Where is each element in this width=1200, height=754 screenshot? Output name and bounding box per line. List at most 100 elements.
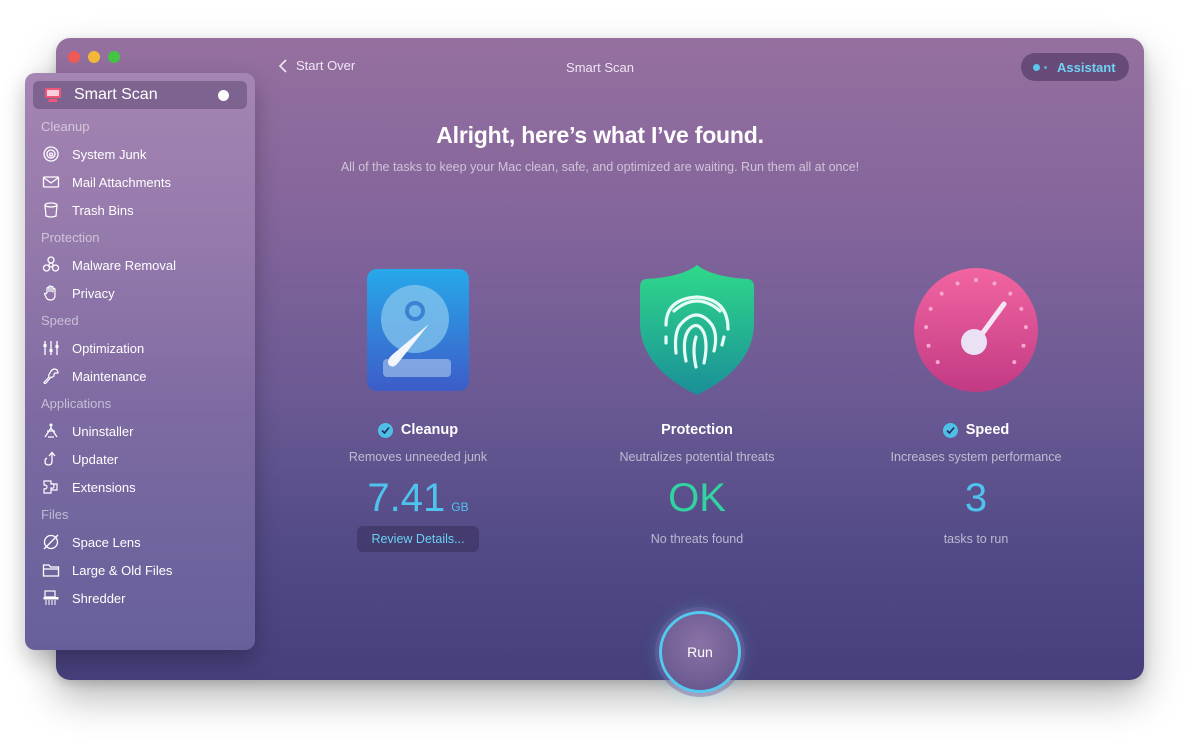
- shredder-icon: [41, 589, 61, 607]
- system-junk-icon: [41, 145, 61, 163]
- sidebar-group-protection: Protection Malware Removal Privacy: [33, 230, 247, 307]
- speedometer-tick: [1019, 306, 1024, 311]
- sidebar-item-uninstaller[interactable]: Uninstaller: [33, 417, 247, 445]
- speedometer-tick: [1021, 343, 1026, 348]
- assistant-small-dot-icon: [1044, 65, 1047, 69]
- review-details-button[interactable]: Review Details...: [357, 526, 479, 552]
- speed-title: Speed: [846, 422, 1106, 438]
- fingerprint-shield-icon: [567, 260, 827, 400]
- speed-card: Speed Increases system performance 3 tas…: [846, 260, 1106, 546]
- speedometer-tick: [924, 325, 929, 330]
- sliders-icon: [41, 339, 61, 357]
- protection-description: Neutralizes potential threats: [619, 450, 775, 464]
- hand-icon: [41, 284, 61, 302]
- sidebar-item-label: Space Lens: [72, 534, 141, 550]
- sidebar-item-label: Uninstaller: [72, 423, 134, 439]
- speed-footer: tasks to run: [943, 532, 1009, 546]
- sidebar-section-heading: Protection: [41, 230, 100, 245]
- speed-title-label: Speed: [965, 422, 1010, 438]
- sidebar-item-smart-scan[interactable]: Smart Scan: [33, 81, 247, 109]
- sidebar-item-system-junk[interactable]: System Junk: [33, 140, 247, 168]
- protection-value: OK: [668, 476, 726, 520]
- wrench-icon: [41, 367, 61, 385]
- sidebar-item-space-lens[interactable]: Space Lens: [33, 528, 247, 556]
- sidebar-item-updater[interactable]: Updater: [33, 445, 247, 473]
- sidebar-section-heading: Files: [41, 507, 69, 522]
- trash-bin-icon: [41, 201, 61, 219]
- sidebar-group-cleanup: Cleanup System Junk Mail Attachments Trash …: [33, 119, 247, 224]
- cleanup-value-row: 7.41 GB: [288, 474, 548, 522]
- speed-value: 3: [964, 476, 988, 520]
- sidebar-item-label: Mail Attachments: [72, 174, 171, 190]
- space-lens-icon: [41, 533, 61, 551]
- sidebar: Smart Scan Cleanup System Junk Mail Attach…: [25, 73, 255, 650]
- protection-footer: No threats found: [650, 532, 744, 546]
- protection-title: Protection: [567, 422, 827, 438]
- hard-drive-icon: [288, 260, 548, 400]
- sidebar-section-heading: Cleanup: [41, 119, 90, 134]
- cleanup-description: Removes unneeded junk: [348, 450, 488, 464]
- sidebar-item-label: Optimization: [72, 340, 145, 356]
- cleanup-title: Cleanup: [288, 422, 548, 438]
- sidebar-group-files: Files Space Lens Large & Old Files Shredder: [33, 507, 247, 612]
- mail-icon: [41, 173, 61, 191]
- assistant-dot-icon: [1033, 63, 1040, 71]
- speedometer-tick: [974, 278, 978, 282]
- sidebar-item-label: Smart Scan: [74, 86, 158, 103]
- speed-description: Increases system performance: [890, 450, 1062, 464]
- sidebar-item-label: Trash Bins: [72, 202, 134, 218]
- speedometer-tick: [939, 291, 944, 296]
- speedometer-tick: [955, 281, 960, 286]
- sidebar-item-label: Malware Removal: [72, 257, 177, 273]
- cleanup-title-label: Cleanup: [400, 422, 459, 438]
- speedometer-tick: [1008, 291, 1013, 296]
- sidebar-item-label: Extensions: [72, 479, 136, 495]
- uninstaller-icon: [41, 422, 61, 440]
- sidebar-section-heading: Speed: [41, 313, 79, 328]
- assistant-label: Assistant: [1057, 59, 1116, 75]
- check-circle-icon[interactable]: [942, 422, 958, 438]
- speedometer-tick: [928, 306, 933, 311]
- start-over-label: Start Over: [296, 58, 356, 73]
- speedometer-icon: [846, 260, 1106, 400]
- assistant-button[interactable]: Assistant: [1021, 53, 1129, 81]
- sidebar-section-heading: Applications: [41, 396, 112, 411]
- run-button[interactable]: Run: [659, 611, 741, 693]
- cleanup-card: Cleanup Removes unneeded junk 7.41 GB Rev…: [288, 260, 548, 552]
- puzzle-icon: [41, 478, 61, 496]
- sidebar-item-label: Shredder: [72, 590, 126, 606]
- sidebar-item-extensions[interactable]: Extensions: [33, 473, 247, 501]
- sidebar-item-shredder[interactable]: Shredder: [33, 584, 247, 612]
- sidebar-group-speed: Speed Optimization Maintenance: [33, 313, 247, 390]
- sidebar-item-label: System Junk: [72, 146, 147, 162]
- sidebar-group-applications: Applications Uninstaller Updater Extensions: [33, 396, 247, 501]
- cleanup-value: 7.41: [367, 476, 446, 520]
- sidebar-item-maintenance[interactable]: Maintenance: [33, 362, 247, 390]
- sidebar-item-malware-removal[interactable]: Malware Removal: [33, 251, 247, 279]
- speedometer-tick: [992, 281, 997, 286]
- chevron-left-icon: [278, 58, 287, 73]
- updater-icon: [41, 450, 61, 468]
- sidebar-item-privacy[interactable]: Privacy: [33, 279, 247, 307]
- cleanup-unit: GB: [451, 500, 469, 514]
- sidebar-item-trash-bins[interactable]: Trash Bins: [33, 196, 247, 224]
- sidebar-item-label: Large & Old Files: [72, 562, 173, 578]
- speedometer-tick: [1023, 325, 1028, 330]
- folder-icon: [41, 561, 61, 579]
- sidebar-item-label: Updater: [72, 451, 119, 467]
- speedometer-tick: [926, 343, 931, 348]
- speedometer-tick: [1012, 360, 1017, 365]
- sidebar-item-label: Privacy: [72, 285, 115, 301]
- status-dot-icon: [218, 90, 229, 101]
- speedometer-tick: [935, 360, 940, 365]
- sidebar-item-large-old-files[interactable]: Large & Old Files: [33, 556, 247, 584]
- sidebar-item-mail-attachments[interactable]: Mail Attachments: [33, 168, 247, 196]
- check-circle-icon[interactable]: [377, 422, 393, 438]
- sidebar-item-label: Maintenance: [72, 368, 147, 384]
- protection-title-label: Protection: [661, 422, 733, 438]
- biohazard-icon: [41, 256, 61, 274]
- monitor-scan-icon: [43, 86, 63, 104]
- protection-card: Protection Neutralizes potential threats…: [567, 260, 827, 546]
- start-over-button[interactable]: Start Over: [278, 58, 355, 73]
- sidebar-item-optimization[interactable]: Optimization: [33, 334, 247, 362]
